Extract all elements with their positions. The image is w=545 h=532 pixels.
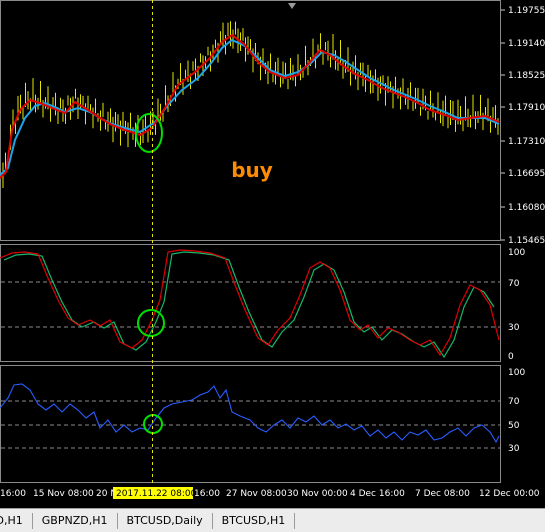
price-panel: [0, 0, 501, 241]
symbol-tab[interactable]: GBPNZD,H1: [33, 512, 118, 529]
stochastic-main-line: [0, 249, 500, 357]
time-label: 15 Nov 08:00: [33, 489, 94, 499]
rsi-level: 30: [508, 444, 520, 454]
price-label: 1.16695: [508, 169, 545, 179]
time-label: 16:00: [0, 489, 26, 499]
symbol-tab[interactable]: BTCUSD,H1: [213, 512, 296, 529]
rsi-level: 50: [508, 421, 520, 431]
time-label: 16:00: [194, 489, 220, 499]
time-label: 27 Nov 08:00: [226, 489, 287, 499]
stochastic-level: 0: [508, 352, 514, 362]
price-label: 1.16080: [508, 203, 545, 213]
buy-annotation: buy: [231, 158, 273, 182]
stochastic-axis: 100 70 30 0: [508, 248, 525, 362]
price-label: 1.19755: [508, 6, 545, 16]
crosshair-time-label: 2017.11.22 08:00: [116, 489, 197, 499]
ma-fast-line: [0, 33, 500, 179]
rsi-level: 100: [508, 368, 525, 378]
price-label: 1.17910: [508, 103, 545, 113]
time-axis: 16:00 15 Nov 08:00 20 N 16:00 27 Nov 08:…: [0, 487, 540, 499]
stochastic-level: 70: [508, 279, 520, 289]
price-label: 1.15465: [508, 236, 545, 246]
stochastic-panel: [0, 244, 501, 362]
symbol-tab[interactable]: BTCUSD,Daily: [118, 512, 213, 529]
rsi-level: 70: [508, 397, 520, 407]
price-label: 1.17310: [508, 137, 545, 147]
time-label: 12 Dec 00:00: [479, 489, 540, 499]
stochastic-signal-line: [3, 251, 495, 359]
stochastic-levels: [1, 281, 500, 328]
symbol-tab-bar: ZD,H1 GBPNZD,H1 BTCUSD,Daily BTCUSD,H1: [0, 508, 545, 532]
shift-marker-icon[interactable]: [288, 3, 296, 9]
price-axis: 1.19755 1.19140 1.18525 1.17910 1.17310 …: [501, 6, 545, 246]
price-label: 1.19140: [508, 39, 545, 49]
time-label: 7 Dec 08:00: [415, 489, 470, 499]
rsi-axis: 100 70 50 30: [508, 368, 525, 454]
stochastic-level: 30: [508, 323, 520, 333]
price-label: 1.18525: [508, 71, 545, 81]
rsi-line: [0, 383, 500, 444]
time-label: 4 Dec 16:00: [350, 489, 405, 499]
symbol-tab[interactable]: ZD,H1: [0, 512, 33, 529]
rsi-cross-circle: [143, 414, 163, 434]
rsi-panel: [0, 365, 501, 483]
time-label: 30 Nov 00:00: [287, 489, 348, 499]
stochastic-level: 100: [508, 248, 525, 258]
chart-area[interactable]: buy 1.19755 1.19140 1.18525 1.17910 1.17…: [0, 0, 545, 508]
